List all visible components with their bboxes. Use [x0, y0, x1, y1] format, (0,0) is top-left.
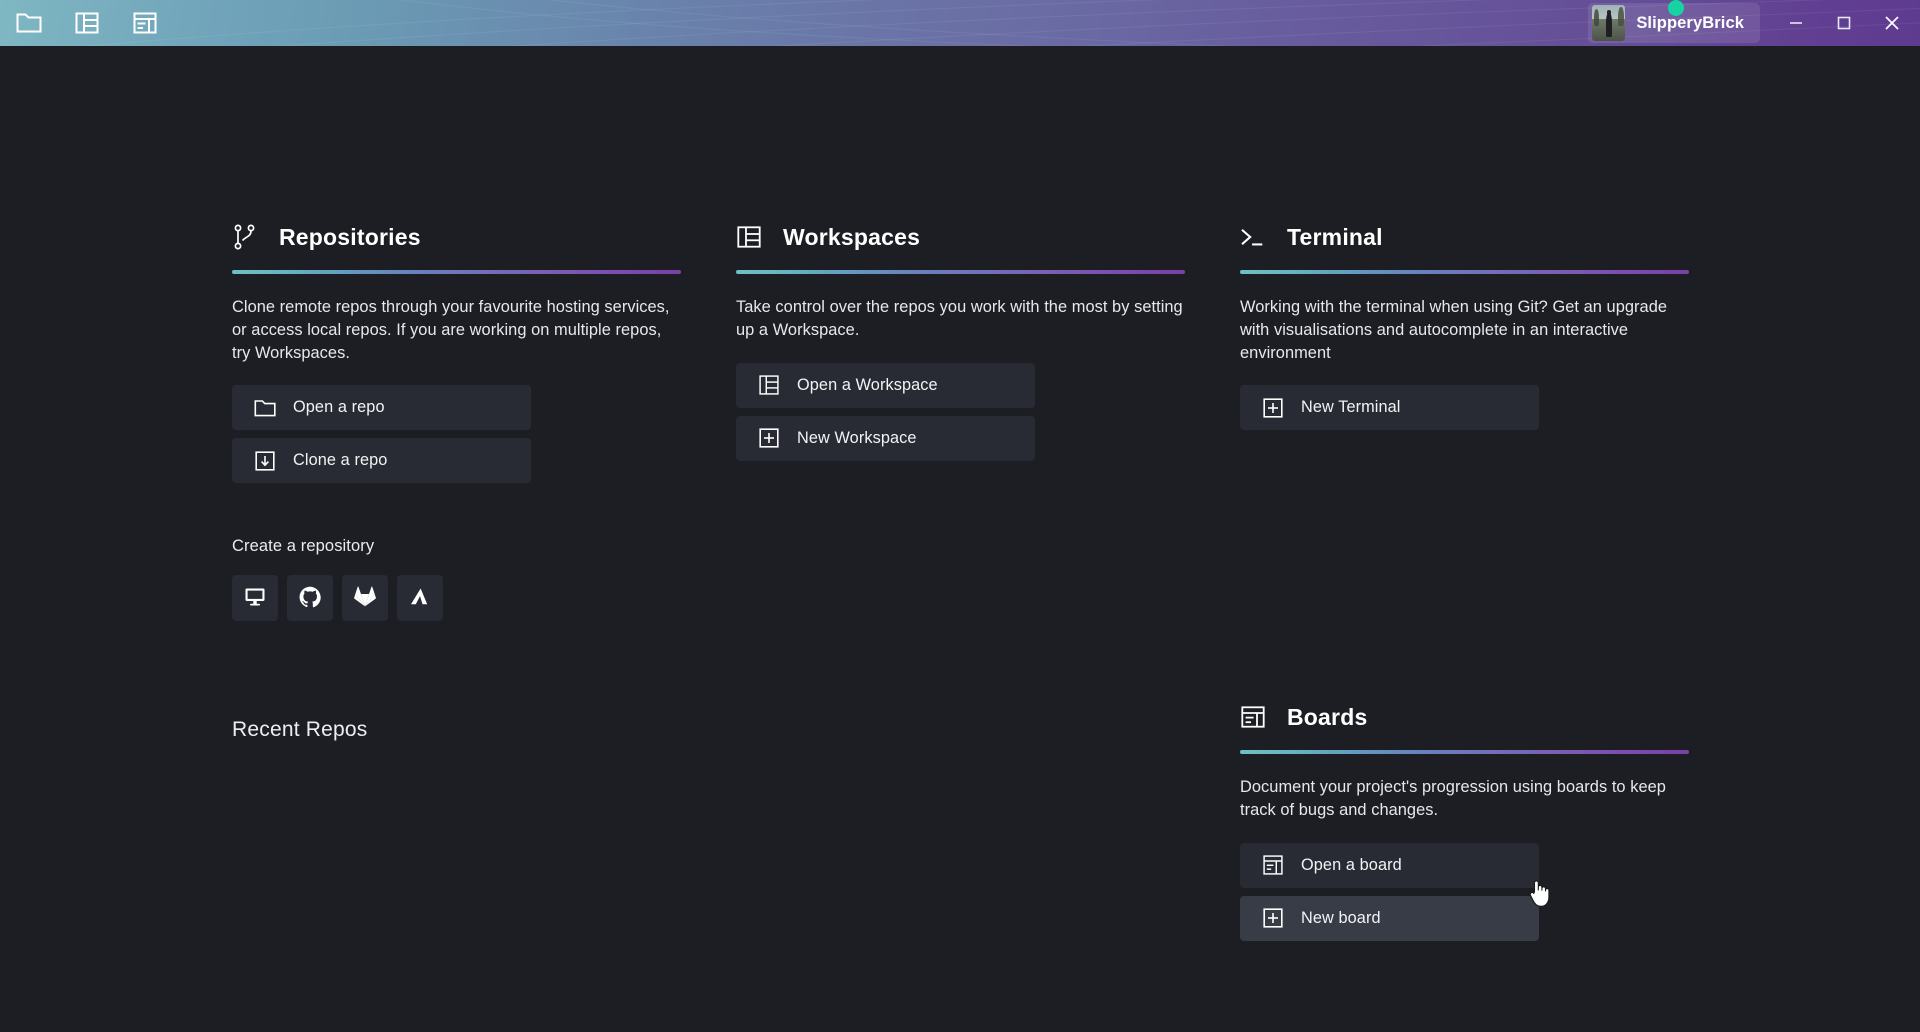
plus-box-icon — [1262, 397, 1284, 419]
folder-icon — [254, 397, 276, 419]
title-bar: SlipperyBrick — [0, 0, 1920, 46]
new-board-label: New board — [1301, 908, 1381, 927]
clone-a-repo-button[interactable]: Clone a repo — [232, 438, 531, 484]
terminal-actions: New Terminal — [1240, 385, 1689, 431]
board-icon[interactable] — [126, 4, 164, 42]
terminal-title: Terminal — [1287, 223, 1383, 250]
gitlab-icon — [354, 586, 376, 610]
section-create-repository: Create a repository — [232, 537, 681, 622]
workspace-panel-icon — [736, 224, 762, 250]
repositories-description: Clone remote repos through your favourit… — [232, 298, 670, 362]
section-terminal: Terminal Working with the terminal when … — [1240, 220, 1689, 431]
section-workspaces: Workspaces Take control over the repos y… — [736, 220, 1185, 461]
repositories-actions: Open a repo Clone a repo — [232, 385, 681, 484]
repositories-accent-rule — [232, 270, 681, 274]
workspaces-title: Workspaces — [783, 223, 921, 250]
create-repository-hosts — [232, 575, 681, 622]
boards-description: Document your project's progression usin… — [1240, 778, 1666, 820]
section-boards: Boards Document your project's progressi… — [1240, 700, 1689, 941]
workspaces-description: Take control over the repos you work wit… — [736, 298, 1183, 339]
titlebar-right: SlipperyBrick — [1588, 0, 1920, 46]
board-icon — [1240, 704, 1266, 730]
github-icon — [299, 586, 321, 611]
new-terminal-label: New Terminal — [1301, 398, 1401, 417]
workspaces-accent-rule — [736, 270, 1185, 274]
open-a-repo-label: Open a repo — [293, 398, 385, 417]
main-content: Repositories Clone remote repos through … — [0, 46, 1920, 1032]
open-a-board-button[interactable]: Open a board — [1240, 842, 1539, 888]
azure-devops-icon-button[interactable] — [397, 575, 443, 622]
board-icon — [1262, 854, 1284, 876]
close-button[interactable] — [1868, 0, 1916, 46]
minimize-button[interactable] — [1772, 0, 1820, 46]
boards-title: Boards — [1287, 703, 1368, 730]
open-a-workspace-label: Open a Workspace — [797, 375, 938, 394]
create-repository-title: Create a repository — [232, 537, 375, 556]
open-a-workspace-button[interactable]: Open a Workspace — [736, 362, 1035, 408]
gitlab-icon-button[interactable] — [342, 575, 388, 622]
boards-header: Boards — [1240, 700, 1689, 734]
section-repositories: Repositories Clone remote repos through … — [232, 220, 681, 484]
plus-box-icon — [1262, 907, 1284, 929]
terminal-accent-rule — [1240, 270, 1689, 274]
download-box-icon — [254, 450, 276, 472]
local-desktop-icon — [244, 587, 266, 610]
boards-accent-rule — [1240, 750, 1689, 755]
user-name: SlipperyBrick — [1636, 13, 1744, 32]
maximize-button[interactable] — [1820, 0, 1868, 46]
sections-grid: Repositories Clone remote repos through … — [232, 220, 1690, 941]
column-workspaces: Workspaces Take control over the repos y… — [736, 220, 1185, 941]
repositories-header: Repositories — [232, 220, 681, 254]
new-terminal-button[interactable]: New Terminal — [1240, 385, 1539, 431]
online-status-dot — [1668, 0, 1684, 16]
column-terminal-boards: Terminal Working with the terminal when … — [1240, 220, 1689, 941]
titlebar-left-icons — [0, 4, 164, 42]
folder-icon[interactable] — [10, 4, 48, 42]
recent-repos-title: Recent Repos — [232, 718, 368, 741]
user-profile-chip[interactable]: SlipperyBrick — [1588, 0, 1760, 43]
azure-devops-icon — [409, 587, 431, 610]
local-desktop-icon-button[interactable] — [232, 575, 278, 622]
open-a-repo-button[interactable]: Open a repo — [232, 385, 531, 431]
boards-actions: Open a board New board — [1240, 842, 1689, 941]
new-workspace-label: New Workspace — [797, 428, 917, 447]
terminal-prompt-icon — [1240, 224, 1266, 250]
new-board-button[interactable]: New board — [1240, 895, 1539, 941]
plus-box-icon — [758, 427, 780, 449]
terminal-description: Working with the terminal when using Git… — [1240, 298, 1668, 362]
terminal-header: Terminal — [1240, 220, 1689, 254]
repositories-title: Repositories — [279, 223, 421, 250]
github-icon-button[interactable] — [287, 575, 333, 622]
new-workspace-button[interactable]: New Workspace — [736, 415, 1035, 461]
workspace-panel-icon — [758, 374, 780, 396]
git-branch-icon — [232, 224, 258, 250]
workspaces-actions: Open a Workspace New Workspace — [736, 362, 1185, 461]
workspace-panel-icon[interactable] — [68, 4, 106, 42]
open-a-board-label: Open a board — [1301, 855, 1402, 874]
workspaces-header: Workspaces — [736, 220, 1185, 254]
avatar — [1592, 5, 1626, 41]
column-repositories: Repositories Clone remote repos through … — [232, 220, 681, 941]
clone-a-repo-label: Clone a repo — [293, 451, 388, 470]
